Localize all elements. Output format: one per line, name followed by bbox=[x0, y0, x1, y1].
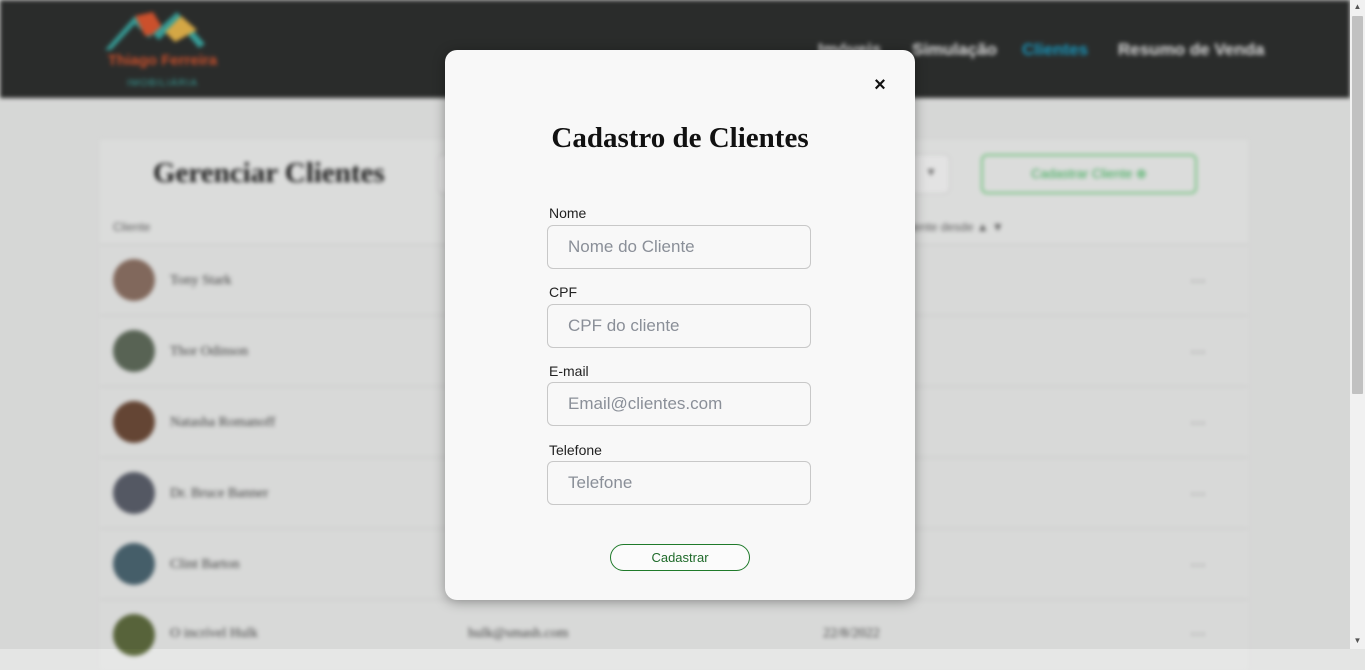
email-input[interactable] bbox=[547, 382, 811, 426]
nome-input[interactable] bbox=[547, 225, 811, 269]
scrollbar-thumb[interactable] bbox=[1352, 16, 1363, 394]
scroll-down-arrow-icon[interactable]: ▼ bbox=[1353, 636, 1362, 645]
nome-label: Nome bbox=[549, 205, 587, 221]
email-label: E-mail bbox=[549, 363, 589, 379]
client-registration-modal: × Cadastro de Clientes Nome CPF E-mail T… bbox=[445, 50, 915, 600]
cpf-label: CPF bbox=[549, 284, 577, 300]
modal-title: Cadastro de Clientes bbox=[551, 122, 809, 154]
telefone-input[interactable] bbox=[547, 461, 811, 505]
telefone-label: Telefone bbox=[549, 442, 602, 458]
cpf-input[interactable] bbox=[547, 304, 811, 348]
close-icon[interactable]: × bbox=[871, 74, 889, 96]
cadastrar-button[interactable]: Cadastrar bbox=[610, 544, 750, 571]
page-scrollbar[interactable]: ▲ ▼ bbox=[1350, 0, 1365, 649]
scroll-up-arrow-icon[interactable]: ▲ bbox=[1353, 2, 1362, 11]
